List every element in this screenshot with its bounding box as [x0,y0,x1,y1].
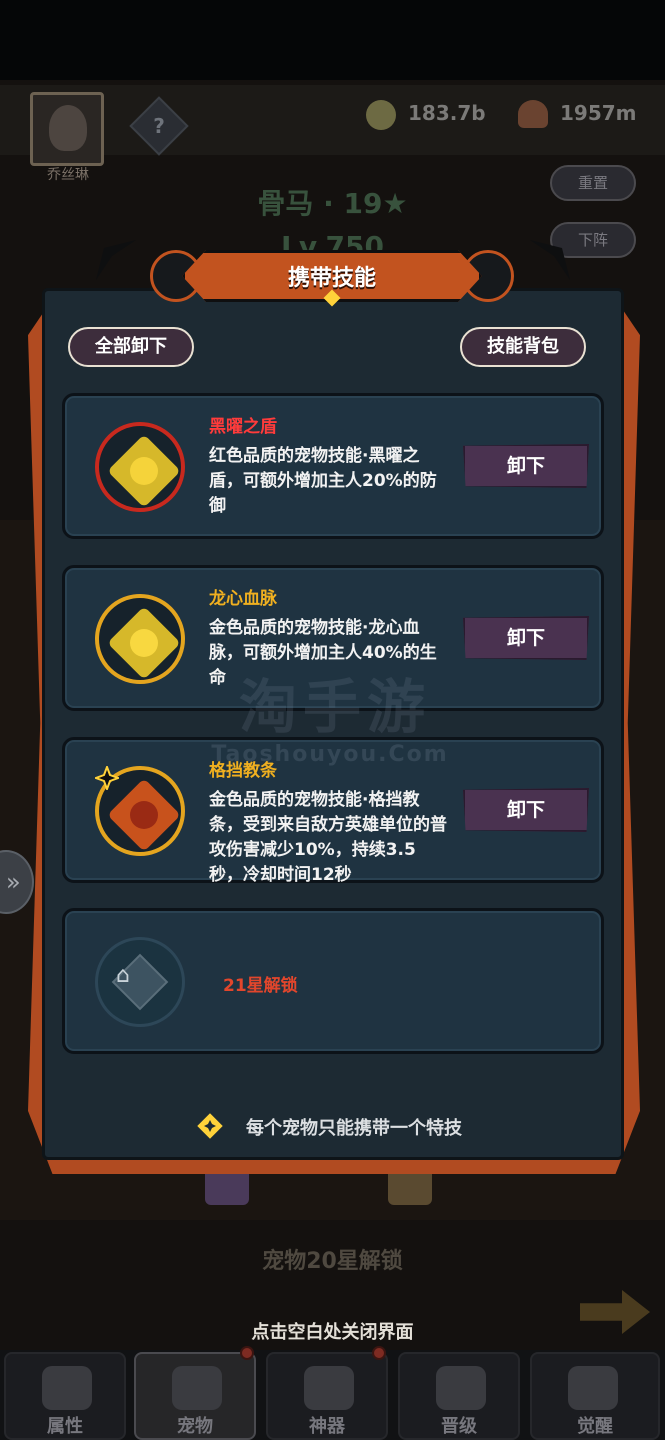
skill-name: 龙心血脉 [209,589,277,609]
mushroom-value: 1957m [560,101,637,125]
unlock-requirement: 21星解锁 [223,976,298,996]
status-bar [0,0,665,80]
heart-emblem [130,629,158,657]
tab-label: 宠物 [177,1416,213,1437]
tab-label: 晋级 [441,1416,477,1437]
watermark-url: Taoshouyou.Com [211,742,449,767]
mystery-glyph: ? [153,114,165,138]
close-hint[interactable]: 点击空白处关闭界面 [0,1318,665,1344]
tab-attributes[interactable]: 属性 [4,1352,126,1440]
avatar-name: 乔丝琳 [47,167,89,183]
tab-awaken[interactable]: 觉醒 [530,1352,660,1440]
awaken-icon [568,1366,618,1410]
gold-value: 183.7b [408,101,486,125]
tab-label: 属性 [47,1416,83,1437]
tab-rank-up[interactable]: 晋级 [398,1352,520,1440]
notification-dot [372,1346,386,1360]
lock-glyph-icon: ⌂ [116,963,130,988]
paw-icon [172,1366,222,1410]
tab-pet[interactable]: 宠物 [134,1352,256,1440]
mushroom-icon [518,100,548,128]
trophy-emblem [130,801,158,829]
double-chevron-icon: » [6,868,21,896]
rank-up-icon [436,1366,486,1410]
shield-emblem [130,457,158,485]
artifact-icon [304,1366,354,1410]
locked-slot-frame [95,937,185,1027]
skill-icon-frame [95,594,185,684]
tip-text: 每个宠物只能携带一个特技 [246,1118,462,1139]
fist-icon [42,1366,92,1410]
unload-skill-button[interactable]: 卸下 [463,444,589,488]
dialog-title: 携带技能 [287,266,376,291]
locked-skill-slot: ⌂ 21星解锁 [62,908,604,1054]
skill-description: 红色品质的宠物技能·黑曜之盾，可额外增加主人20%的防御 [209,446,437,516]
pet-unlock-text: 宠物20星解锁 [262,1249,403,1274]
notification-dot [240,1346,254,1360]
avatar[interactable] [30,92,104,166]
gold-coin-icon [366,100,396,130]
unload-skill-button[interactable]: 卸下 [463,788,589,832]
watermark: 淘手游 [238,673,431,741]
skill-bag-button[interactable]: 技能背包 [460,327,586,367]
skill-icon-frame [95,422,185,512]
pet-title: 骨马 · 19★ [257,187,408,220]
star-diamond-icon [197,1113,223,1139]
tab-label: 神器 [309,1416,345,1437]
skill-card: 黑曜之盾 红色品质的宠物技能·黑曜之盾，可额外增加主人20%的防御 卸下 [62,393,604,539]
tab-label: 觉醒 [577,1416,613,1437]
unload-skill-button[interactable]: 卸下 [463,616,589,660]
shield-icon [107,434,181,508]
skill-name: 黑曜之盾 [209,417,277,437]
heart-icon [107,606,181,680]
unload-all-button[interactable]: 全部卸下 [68,327,194,367]
tab-artifact[interactable]: 神器 [266,1352,388,1440]
star-badge-icon [95,766,119,790]
skill-description: 金色品质的宠物技能·格挡教条，受到来自敌方英雄单位的普攻伤害减少10%，持续3.… [209,790,447,885]
